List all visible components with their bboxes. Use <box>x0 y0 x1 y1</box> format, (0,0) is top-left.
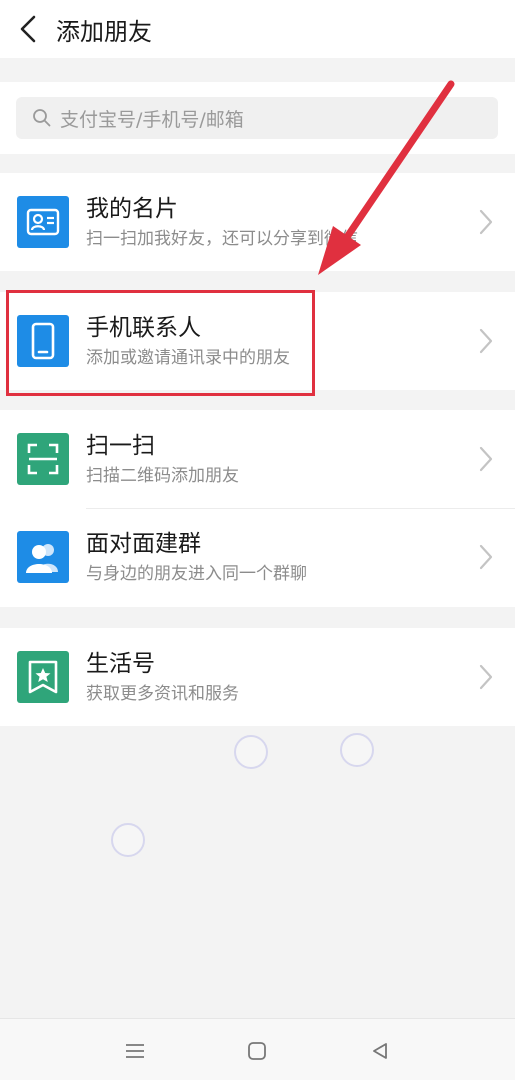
item-title: 扫一扫 <box>86 432 155 459</box>
section-life-account: 生活号 获取更多资讯和服务 <box>0 628 515 726</box>
item-subtitle: 获取更多资讯和服务 <box>86 683 239 704</box>
chevron-right-icon <box>479 446 493 472</box>
item-subtitle: 与身边的朋友进入同一个群聊 <box>86 563 307 584</box>
group-icon <box>17 531 69 583</box>
menu-icon[interactable] <box>121 1037 149 1065</box>
list-item-life-account[interactable]: 生活号 获取更多资讯和服务 <box>0 628 515 726</box>
back-triangle-icon[interactable] <box>366 1037 394 1065</box>
item-title: 生活号 <box>86 650 155 677</box>
list-item-scan[interactable]: 扫一扫 扫描二维码添加朋友 <box>0 410 515 508</box>
decorative-circle <box>111 823 145 857</box>
chevron-right-icon <box>479 544 493 570</box>
section-scan-group: 扫一扫 扫描二维码添加朋友 面对面建群 与身边的朋友进入同一个群聊 <box>0 410 515 607</box>
bookmark-star-icon <box>17 651 69 703</box>
item-subtitle: 扫描二维码添加朋友 <box>86 465 239 486</box>
annotation-arrow-icon <box>318 80 455 275</box>
system-navigation-bar <box>0 1018 515 1080</box>
decorative-circle <box>234 735 268 769</box>
home-icon[interactable] <box>243 1037 271 1065</box>
chevron-right-icon <box>479 664 493 690</box>
chevron-right-icon <box>479 328 493 354</box>
item-title: 面对面建群 <box>86 530 201 557</box>
scan-icon <box>17 433 69 485</box>
annotation-highlight-box <box>6 290 315 396</box>
list-item-face-to-face-group[interactable]: 面对面建群 与身边的朋友进入同一个群聊 <box>0 508 515 606</box>
decorative-circle <box>340 733 374 767</box>
